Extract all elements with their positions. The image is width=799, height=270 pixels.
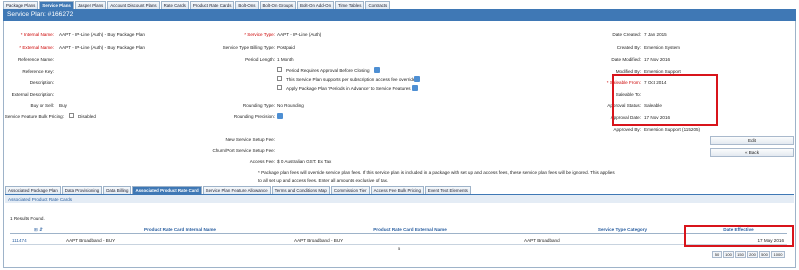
internal-name-label: * Internal Name:: [20, 32, 54, 37]
approved-by-value: Emersion Support (115205): [644, 127, 701, 132]
tab-bolt-on-groups[interactable]: Bolt-On Groups: [259, 1, 297, 9]
bulk-pricing-label: Service Feature Bulk Pricing:: [4, 114, 64, 119]
tab-time-tables[interactable]: Time Tables: [335, 1, 365, 9]
bulk-pricing-value: Disabled: [78, 114, 96, 119]
date-created-label: Date Created:: [612, 32, 641, 37]
tab-jasper-plans[interactable]: Jasper Plans: [74, 1, 107, 9]
page-size-1000[interactable]: 1000: [771, 251, 785, 258]
edit-button[interactable]: Edit: [710, 136, 794, 145]
tab-data-provisioning[interactable]: Data Provisioning: [61, 186, 103, 194]
row-external-name: AAPT Broadband - BUY: [294, 238, 344, 243]
date-modified-value: 17 Nov 2016: [644, 57, 671, 62]
billing-type-label: Service Type Billing Type:: [222, 45, 275, 50]
period-approval-label: Period Requires Approval Before Closing: [286, 68, 370, 73]
access-fee-label: Access Fee:: [249, 159, 275, 164]
period-approval-checkbox[interactable]: [277, 67, 282, 72]
tab-rate-cards[interactable]: Rate Cards: [160, 1, 189, 9]
tab-commission-tier[interactable]: Commission Tier: [330, 186, 370, 194]
help-icon[interactable]: [277, 113, 283, 119]
help-icon[interactable]: [414, 76, 420, 82]
external-description-label: External Description:: [11, 92, 54, 97]
help-icon[interactable]: [412, 85, 418, 91]
row-id-link[interactable]: 111474: [12, 237, 27, 245]
back-button[interactable]: « Back: [710, 148, 794, 157]
access-fee-override-checkbox[interactable]: [277, 76, 282, 81]
reference-key-label: Reference Key:: [22, 69, 54, 74]
page-size-100[interactable]: 100: [723, 251, 734, 258]
tab-data-billing[interactable]: Data Billing: [103, 186, 132, 194]
tab-bolt-ons[interactable]: Bolt-Ons: [235, 1, 259, 9]
periods-in-advance-checkbox[interactable]: [277, 85, 282, 90]
churn-setup-fee-label: Churn/Port Service Setup Fee:: [212, 148, 275, 153]
date-modified-label: Date Modified:: [611, 57, 641, 62]
service-type-label: * Service Type:: [244, 32, 275, 37]
page-title: Service Plan: #166272: [3, 9, 796, 21]
external-name-value: AAPT - IP-Line (Auth) - Buy Package Plan: [59, 45, 145, 50]
access-fee-override-label: This Service Plan supports per subscript…: [286, 77, 418, 82]
fee-note-line2: to all set up and access fees. Enter all…: [258, 178, 389, 183]
tab-account-discount-plans[interactable]: Account Discount Plans: [107, 1, 160, 9]
highlight-date-effective-box: [684, 225, 794, 247]
rounding-type-label: Rounding Type:: [242, 103, 275, 108]
access-fee-value: $ 0 Australian GST: Ex Tax: [277, 159, 332, 164]
results-count: 1 Results Found.: [10, 216, 45, 221]
buy-or-sell-label: Buy or Sell:: [30, 103, 55, 108]
sub-tab-bar: Associated Package Plan Data Provisionin…: [5, 186, 472, 194]
table-footer-mark: 5: [398, 246, 401, 251]
tab-feature-allowance[interactable]: Service Plan Feature Allowance: [202, 186, 271, 194]
page-size-150[interactable]: 150: [735, 251, 746, 258]
tab-contracts[interactable]: Contracts: [365, 1, 391, 9]
rounding-type-value: No Rounding: [277, 103, 304, 108]
period-length-label: Period Length:: [245, 57, 275, 62]
tab-package-plans[interactable]: Package Plans: [3, 1, 39, 9]
table-header-row: ⊞ ⇵ Product Rate Card Internal Name Prod…: [10, 226, 787, 234]
help-icon[interactable]: [374, 67, 380, 73]
section-title: Associated Product Rate Cards: [5, 194, 794, 203]
internal-name-value: AAPT - IP-Line (Auth) - Buy Package Plan: [59, 32, 145, 37]
date-created-value: 7 Jan 2015: [644, 32, 667, 37]
row-internal-name: AAPT Broadband - BUY: [66, 238, 116, 243]
reference-name-label: Reference Name:: [17, 57, 54, 62]
new-setup-fee-label: New Service Setup Fee:: [225, 137, 275, 142]
service-type-value: AAPT - IP-Line (Auth): [277, 32, 322, 37]
approved-by-label: Approved By:: [613, 127, 641, 132]
external-name-label: * External Name:: [19, 45, 54, 50]
tab-product-rate-cards[interactable]: Product Rate Cards: [189, 1, 235, 9]
tab-access-fee-bulk-pricing[interactable]: Access Fee Bulk Pricing: [370, 186, 424, 194]
periods-in-advance-label: Apply Package Plan 'Periods in Advance' …: [286, 86, 411, 91]
created-by-value: Emersion System: [644, 45, 680, 50]
row-category: AAPT Broadband: [524, 238, 560, 243]
bulk-pricing-checkbox[interactable]: [69, 113, 74, 118]
tab-service-plans[interactable]: Service Plans: [39, 1, 74, 9]
page-size-50[interactable]: 50: [712, 251, 722, 258]
page-size-200[interactable]: 200: [747, 251, 758, 258]
highlight-saleable-box: [612, 74, 718, 126]
created-by-label: Created By:: [616, 45, 641, 50]
top-tab-bar: Package Plans Service Plans Jasper Plans…: [3, 1, 391, 9]
rounding-precision-label: Rounding Precision:: [233, 114, 275, 119]
fee-note-line1: * Package plan fees will override servic…: [258, 170, 615, 175]
billing-type-value: Postpaid: [277, 45, 295, 50]
tab-event-text-elements[interactable]: Event Text Elements: [424, 186, 471, 194]
page-size-500[interactable]: 500: [759, 251, 770, 258]
col-external-name[interactable]: Product Rate Card External Name: [295, 226, 525, 234]
tab-associated-package-plan[interactable]: Associated Package Plan: [5, 186, 61, 194]
tab-associated-product-rate-card[interactable]: Associated Product Rate Card: [132, 186, 202, 194]
tab-terms-conditions-map[interactable]: Terms and Conditions Map: [271, 186, 330, 194]
description-label: Description:: [29, 80, 54, 85]
tab-bolt-on-add-on[interactable]: Bolt-On Add-On: [297, 1, 335, 9]
buy-or-sell-value: Buy: [59, 103, 67, 108]
table-row[interactable]: 111474 AAPT Broadband - BUY AAPT Broadba…: [10, 237, 787, 245]
col-internal-name[interactable]: Product Rate Card Internal Name: [65, 226, 295, 234]
expand-all-icon[interactable]: ⊞ ⇵: [34, 226, 43, 234]
period-length-value: 1 Month: [277, 57, 294, 62]
